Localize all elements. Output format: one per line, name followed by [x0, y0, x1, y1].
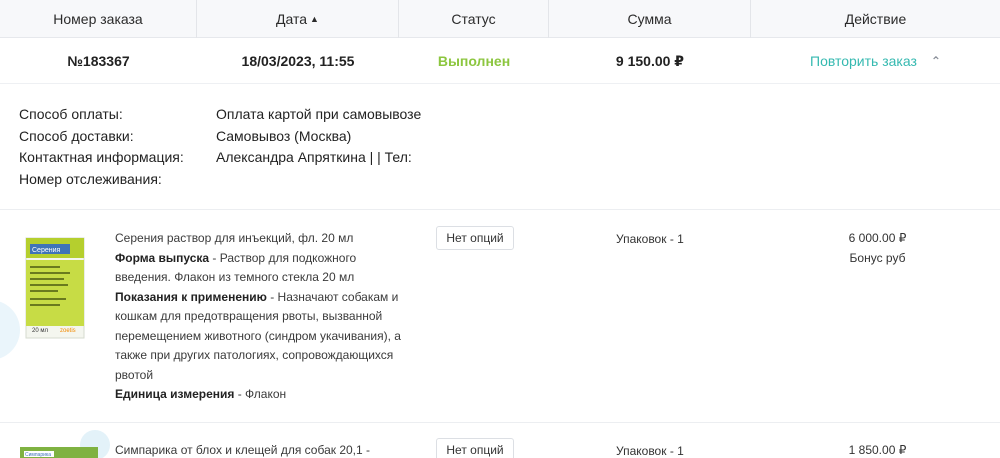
sort-asc-icon: ▲	[310, 14, 319, 24]
order-details: Способ оплаты: Оплата картой при самовыв…	[19, 104, 421, 190]
chevron-up-icon[interactable]: ⌃	[931, 54, 941, 68]
repeat-order-link[interactable]: Повторить заказ	[810, 53, 917, 69]
product-title[interactable]: Серения раствор для инъекций, фл. 20 мл	[115, 229, 415, 249]
divider	[0, 422, 1000, 423]
header-status[interactable]: Статус	[399, 0, 549, 38]
divider	[0, 209, 1000, 210]
decor-blob	[0, 300, 20, 360]
product-image-volume: 20 мл	[32, 328, 48, 334]
options-badge: Нет опций	[436, 226, 514, 250]
product-bonus: Бонус руб	[849, 250, 906, 265]
header-order-number[interactable]: Номер заказа	[0, 0, 197, 38]
header-action: Действие	[844, 11, 907, 27]
orders-table-header: Номер заказа Дата ▲ Статус Сумма Действи…	[0, 0, 1000, 38]
product-image-maker: zoetis	[60, 328, 76, 334]
product-title[interactable]: Симпарика от блох и клещей для собак 20,…	[115, 441, 415, 458]
order-sum: 9 150.00 ₽	[615, 52, 685, 69]
order-status: Выполнен	[437, 53, 511, 69]
packs-count: Упаковок - 1	[616, 232, 684, 246]
header-sum[interactable]: Сумма	[549, 0, 751, 38]
order-number: №183367	[67, 53, 130, 69]
product-image-brand: Серения	[32, 247, 61, 254]
product-description: Серения раствор для инъекций, фл. 20 мл …	[115, 229, 415, 405]
detail-contact: Контактная информация: Александра Апрятк…	[19, 149, 412, 165]
order-row: №183367 18/03/2023, 11:55 Выполнен 9 150…	[0, 38, 1000, 84]
order-date: 18/03/2023, 11:55	[241, 53, 355, 69]
detail-delivery: Способ доставки: Самовывоз (Москва)	[19, 127, 352, 144]
product-price: 1 850.00 ₽	[848, 443, 907, 457]
detail-payment: Способ оплаты: Оплата картой при самовыв…	[19, 106, 422, 122]
product-price: 6 000.00 ₽	[848, 231, 907, 245]
product-image[interactable]: Симпарика	[20, 443, 98, 458]
options-badge: Нет опций	[436, 438, 514, 458]
product-price-block: 6 000.00 ₽ Бонус руб	[800, 229, 955, 268]
packs-count: Упаковок - 1	[616, 444, 684, 458]
product-image-brand: Симпарика	[25, 452, 51, 458]
product-image[interactable]: Серения 20 мл zoetis	[24, 236, 85, 345]
product-description: Симпарика от блох и клещей для собак 20,…	[115, 441, 415, 458]
detail-tracking: Номер отслеживания:	[19, 170, 162, 187]
header-date[interactable]: Дата ▲	[197, 0, 399, 38]
order-actions: Повторить заказ ⌃	[751, 38, 1000, 84]
product-price-block: 1 850.00 ₽	[800, 441, 955, 458]
